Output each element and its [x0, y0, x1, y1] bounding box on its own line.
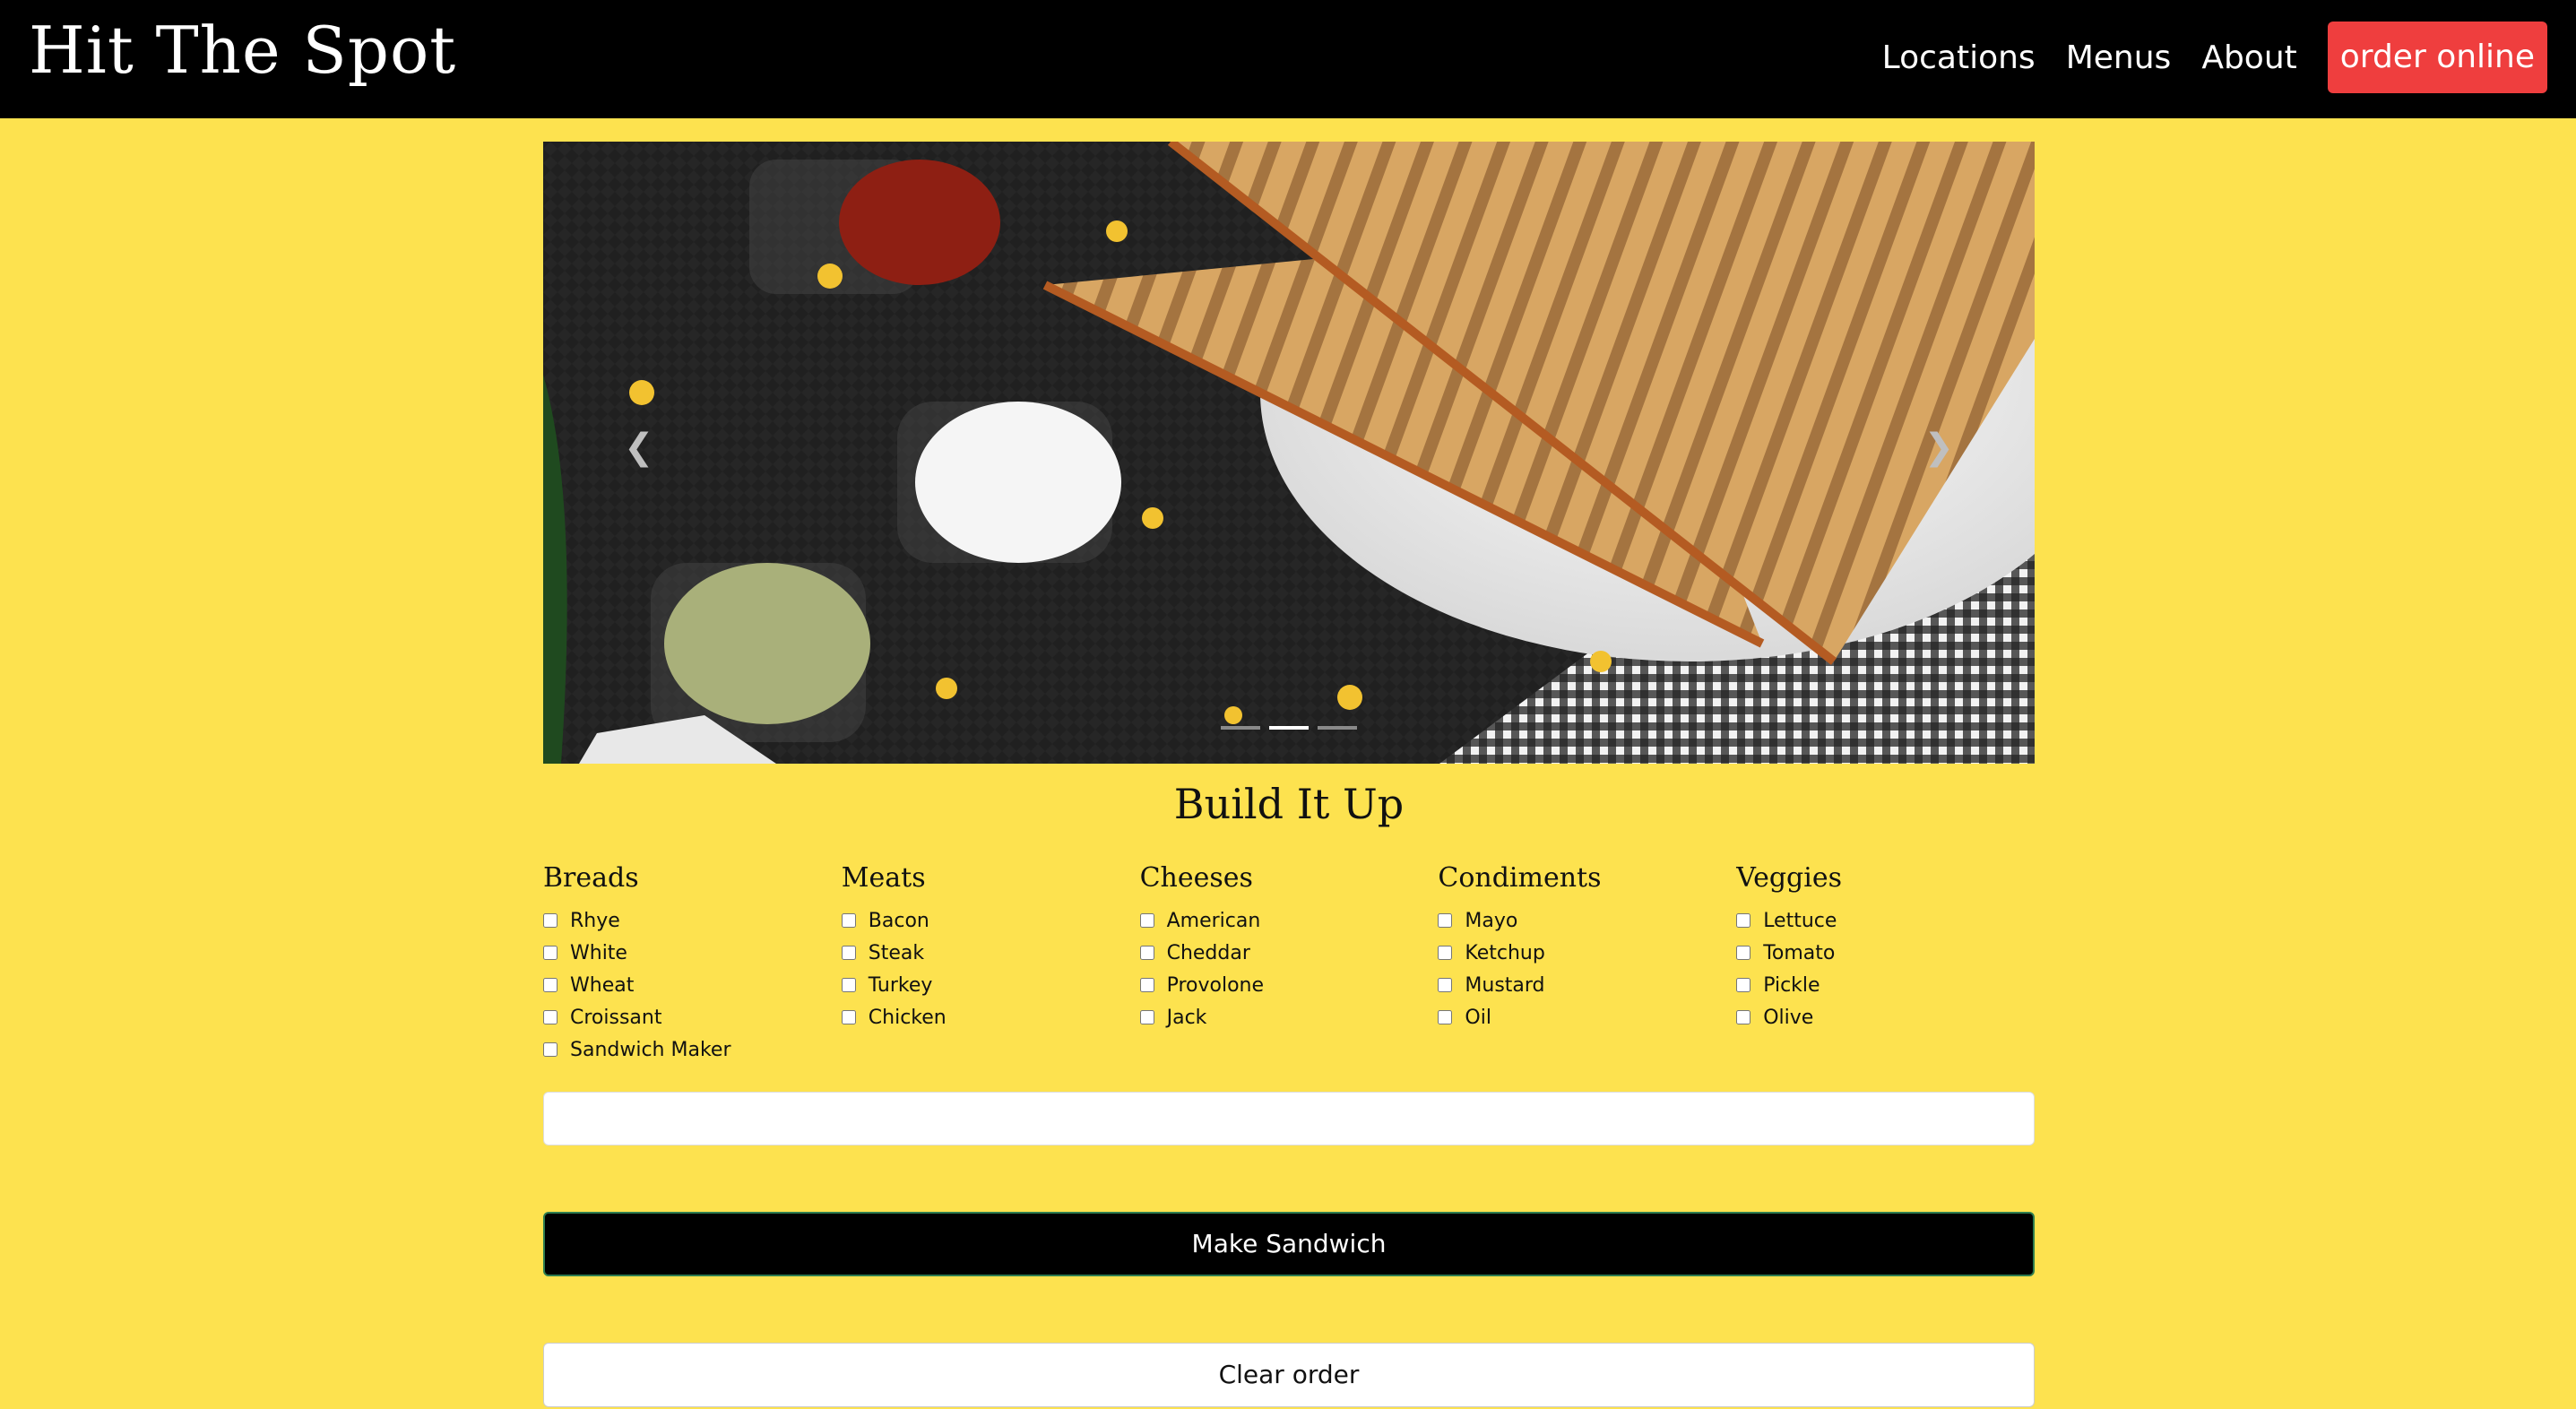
- condiment-checkbox[interactable]: [1438, 1010, 1453, 1024]
- ingredient-grid: Breads Rhye White Wheat Croissant Sandwi…: [543, 862, 2035, 1066]
- order-online-button[interactable]: order online: [2327, 22, 2547, 93]
- bread-option[interactable]: Sandwich Maker: [543, 1033, 842, 1066]
- condiment-option[interactable]: Ketchup: [1438, 937, 1736, 969]
- option-label: Tomato: [1763, 941, 1836, 964]
- carousel-indicator-2[interactable]: [1269, 726, 1309, 730]
- bread-checkbox[interactable]: [543, 1042, 558, 1057]
- hero-carousel: ❮ ❯: [543, 142, 2035, 764]
- cheese-option[interactable]: Provolone: [1139, 969, 1439, 1001]
- bread-checkbox[interactable]: [543, 913, 558, 928]
- option-label: Chicken: [868, 1006, 947, 1029]
- carousel-indicator-1[interactable]: [1221, 726, 1260, 730]
- condiments-column: Condiments Mayo Ketchup Mustard Oil: [1438, 862, 1736, 1066]
- meat-checkbox[interactable]: [841, 946, 856, 960]
- veggie-checkbox[interactable]: [1736, 978, 1751, 992]
- cheese-option[interactable]: Jack: [1139, 1001, 1439, 1033]
- veggie-checkbox[interactable]: [1736, 1010, 1751, 1024]
- order-summary-field[interactable]: [543, 1092, 2035, 1145]
- bread-checkbox[interactable]: [543, 978, 558, 992]
- breads-heading: Breads: [543, 862, 639, 894]
- condiment-checkbox[interactable]: [1438, 978, 1453, 992]
- brand-logo[interactable]: Hit The Spot: [29, 13, 456, 88]
- option-label: Oil: [1465, 1006, 1491, 1029]
- bread-option[interactable]: Croissant: [543, 1001, 842, 1033]
- cheese-checkbox[interactable]: [1139, 1010, 1154, 1024]
- option-label: Mayo: [1465, 909, 1518, 932]
- cheeses-column: Cheeses American Cheddar Provolone Jack: [1139, 862, 1439, 1066]
- condiment-checkbox[interactable]: [1438, 913, 1453, 928]
- veggies-heading: Veggies: [1736, 862, 1843, 894]
- veggie-checkbox[interactable]: [1736, 946, 1751, 960]
- bread-option[interactable]: Rhye: [543, 904, 842, 937]
- cheese-checkbox[interactable]: [1139, 946, 1154, 960]
- meat-option[interactable]: Chicken: [841, 1001, 1140, 1033]
- option-label: Jack: [1166, 1006, 1207, 1029]
- option-label: Olive: [1763, 1006, 1814, 1029]
- veggie-option[interactable]: Tomato: [1736, 937, 2035, 969]
- veggie-option[interactable]: Lettuce: [1736, 904, 2035, 937]
- bread-option[interactable]: Wheat: [543, 969, 842, 1001]
- cheese-option[interactable]: Cheddar: [1139, 937, 1439, 969]
- sandwich-photo: [543, 142, 2035, 764]
- condiment-checkbox[interactable]: [1438, 946, 1453, 960]
- meat-checkbox[interactable]: [841, 1010, 856, 1024]
- carousel-indicators: [543, 726, 2035, 730]
- condiment-option[interactable]: Mayo: [1438, 904, 1736, 937]
- breads-column: Breads Rhye White Wheat Croissant Sandwi…: [543, 862, 842, 1066]
- veggie-option[interactable]: Olive: [1736, 1001, 2035, 1033]
- meat-option[interactable]: Steak: [841, 937, 1140, 969]
- bread-checkbox[interactable]: [543, 946, 558, 960]
- option-label: American: [1166, 909, 1261, 932]
- cheese-option[interactable]: American: [1139, 904, 1439, 937]
- veggie-checkbox[interactable]: [1736, 913, 1751, 928]
- cheeses-heading: Cheeses: [1139, 862, 1253, 894]
- option-label: Cheddar: [1166, 941, 1250, 964]
- bread-option[interactable]: White: [543, 937, 842, 969]
- cheese-checkbox[interactable]: [1139, 913, 1154, 928]
- condiments-heading: Condiments: [1438, 862, 1602, 894]
- builder-title: Build It Up: [1173, 780, 1405, 828]
- nav-about[interactable]: About: [2201, 39, 2296, 76]
- veggie-option[interactable]: Pickle: [1736, 969, 2035, 1001]
- option-label: Steak: [868, 941, 925, 964]
- navbar: Hit The Spot Locations Menus About order…: [0, 0, 2576, 118]
- option-label: Rhye: [570, 909, 620, 932]
- option-label: Turkey: [868, 973, 933, 997]
- meat-option[interactable]: Turkey: [841, 969, 1140, 1001]
- meat-checkbox[interactable]: [841, 913, 856, 928]
- cheese-checkbox[interactable]: [1139, 978, 1154, 992]
- option-label: Bacon: [868, 909, 929, 932]
- option-label: Provolone: [1166, 973, 1265, 997]
- veggies-column: Veggies Lettuce Tomato Pickle Olive: [1736, 862, 2035, 1066]
- carousel-indicator-3[interactable]: [1318, 726, 1357, 730]
- meats-column: Meats Bacon Steak Turkey Chicken: [841, 862, 1140, 1066]
- option-label: Ketchup: [1465, 941, 1545, 964]
- nav-menus[interactable]: Menus: [2066, 39, 2172, 76]
- meat-checkbox[interactable]: [841, 978, 856, 992]
- condiment-option[interactable]: Oil: [1438, 1001, 1736, 1033]
- nav-links: Locations Menus About order online: [1882, 22, 2547, 93]
- option-label: Pickle: [1763, 973, 1820, 997]
- option-label: Lettuce: [1763, 909, 1837, 932]
- carousel-prev-icon[interactable]: ❮: [624, 427, 654, 468]
- meat-option[interactable]: Bacon: [841, 904, 1140, 937]
- option-label: Sandwich Maker: [570, 1038, 731, 1061]
- option-label: Croissant: [570, 1006, 662, 1029]
- option-label: Mustard: [1465, 973, 1545, 997]
- meats-heading: Meats: [841, 862, 926, 894]
- clear-order-button[interactable]: Clear order: [543, 1343, 2035, 1407]
- nav-locations[interactable]: Locations: [1882, 39, 2036, 76]
- option-label: White: [570, 941, 627, 964]
- bread-checkbox[interactable]: [543, 1010, 558, 1024]
- carousel-next-icon[interactable]: ❯: [1923, 427, 1954, 468]
- option-label: Wheat: [570, 973, 635, 997]
- condiment-option[interactable]: Mustard: [1438, 969, 1736, 1001]
- make-sandwich-button[interactable]: Make Sandwich: [543, 1212, 2035, 1276]
